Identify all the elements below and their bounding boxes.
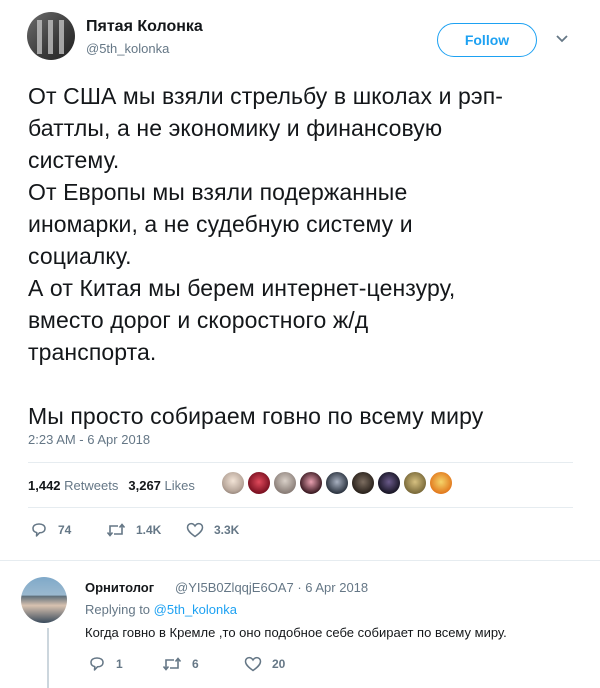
reply-handle-date[interactable]: @YI5B0ZlqqjE6OA7 · 6 Apr 2018 (175, 580, 368, 595)
reply-icon (90, 657, 104, 671)
like-count: 3.3K (214, 523, 240, 537)
retweets-label: Retweets (64, 478, 119, 493)
liker-avatar[interactable] (350, 470, 376, 496)
retweets-stat[interactable]: 1,442 Retweets (28, 478, 118, 493)
divider (28, 462, 573, 463)
divider (0, 560, 600, 561)
reply-action[interactable]: 74 (30, 522, 71, 538)
divider (28, 507, 573, 508)
replying-prefix: Replying to (85, 602, 151, 617)
retweet-icon (162, 657, 182, 671)
likes-label: Likes (164, 478, 195, 493)
reply-retweet-count: 6 (192, 657, 199, 671)
liker-avatar[interactable] (324, 470, 350, 496)
replying-to: Replying to @5th_kolonka (85, 602, 237, 617)
author-handle[interactable]: @5th_kolonka (86, 41, 169, 56)
reply-icon (32, 523, 46, 537)
like-action[interactable]: 3.3K (186, 522, 239, 538)
reply-author-name[interactable]: Орнитолог (85, 580, 154, 595)
author-name[interactable]: Пятая Колонка (86, 18, 203, 36)
liker-avatar[interactable] (246, 470, 272, 496)
retweet-icon (106, 523, 126, 537)
liker-avatar[interactable] (402, 470, 428, 496)
reply-author-avatar[interactable] (21, 577, 67, 623)
follow-button[interactable]: Follow (437, 23, 537, 57)
likes-stat[interactable]: 3,267 Likes (128, 478, 195, 493)
reply-reply-count: 1 (116, 657, 123, 671)
liker-avatar[interactable] (428, 470, 454, 496)
thread-line (47, 628, 49, 688)
caret-down-icon[interactable] (555, 34, 569, 44)
replying-to-link[interactable]: @5th_kolonka (154, 602, 237, 617)
reply-like-action[interactable]: 20 (244, 656, 285, 672)
liker-avatar[interactable] (298, 470, 324, 496)
tweet-timestamp[interactable]: 2:23 AM - 6 Apr 2018 (28, 432, 150, 447)
like-icon (186, 522, 204, 538)
likes-count: 3,267 (128, 478, 161, 493)
author-avatar[interactable] (27, 12, 75, 60)
tweet-stats: 1,442 Retweets 3,267 Likes (28, 478, 205, 493)
reply-like-count: 20 (272, 657, 286, 671)
liker-avatar[interactable] (376, 470, 402, 496)
retweets-count: 1,442 (28, 478, 61, 493)
like-icon (244, 656, 262, 672)
retweet-action[interactable]: 1.4K (106, 522, 161, 538)
tweet-text: От США мы взяли стрельбу в школах и рэп-… (28, 83, 504, 429)
liker-avatar[interactable] (220, 470, 246, 496)
reply-retweet-action[interactable]: 6 (162, 656, 199, 672)
reply-count: 74 (58, 523, 72, 537)
liker-avatar[interactable] (272, 470, 298, 496)
reply-reply-action[interactable]: 1 (88, 656, 123, 672)
reply-text: Когда говно в Кремле ,то оно подобное се… (85, 625, 507, 640)
retweet-count: 1.4K (136, 523, 162, 537)
